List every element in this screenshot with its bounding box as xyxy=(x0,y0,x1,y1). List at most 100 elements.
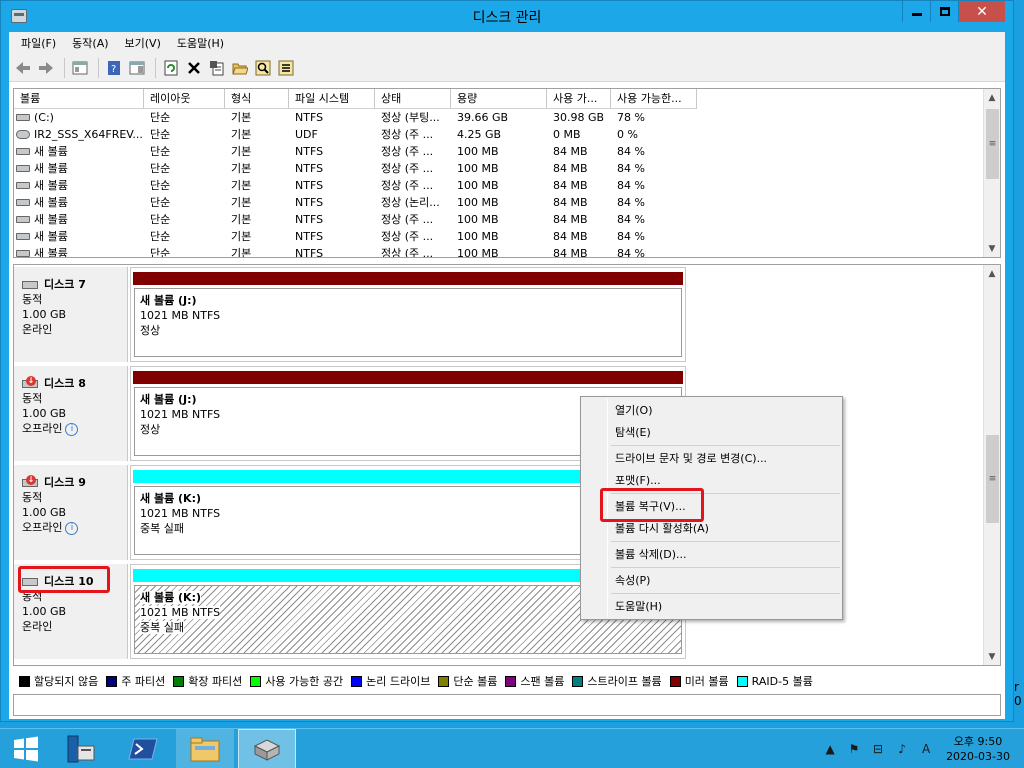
cell-free-space: 84 MB xyxy=(547,177,611,194)
volume-row[interactable]: 새 볼륨 단순 기본 NTFS 정상 (주 ... 100 MB 84 MB 84 % xyxy=(14,143,697,160)
volume-size: 1021 MB NTFS xyxy=(140,309,221,322)
delete-button[interactable] xyxy=(184,58,204,78)
scrollbar-thumb[interactable]: ≡ xyxy=(986,435,999,523)
taskbar-server-manager[interactable] xyxy=(56,729,106,768)
menu-item-explore[interactable]: 탐색(E) xyxy=(615,422,651,444)
action-center-flag-icon[interactable]: ⚑ xyxy=(844,741,864,757)
cell-file-system: NTFS xyxy=(289,228,375,245)
cell-volume-name: 새 볼륨 xyxy=(14,211,144,228)
disk-info-panel[interactable]: 디스크 8 동적 1.00 GB 오프라인i xyxy=(14,366,128,461)
cell-percent-free: 78 % xyxy=(611,109,697,126)
info-icon[interactable]: i xyxy=(65,521,79,535)
ime-indicator[interactable]: A xyxy=(916,741,936,757)
column-header-file-system[interactable]: 파일 시스템 xyxy=(289,89,375,109)
volume-row[interactable]: 새 볼륨 단순 기본 NTFS 정상 (주 ... 100 MB 84 MB 84 % xyxy=(14,228,697,245)
volume-row[interactable]: (C:) 단순 기본 NTFS 정상 (부팅... 39.66 GB 30.98 GB 78 … xyxy=(14,109,697,126)
menu-file[interactable]: 파일(F) xyxy=(13,33,64,53)
open-folder-button[interactable] xyxy=(230,58,250,78)
cell-text: 84 MB xyxy=(553,179,588,192)
cell-capacity: 100 MB xyxy=(451,245,547,257)
volume-speaker-icon[interactable]: ♪ xyxy=(892,741,912,757)
help-button[interactable]: ? xyxy=(104,58,124,78)
settings-button[interactable] xyxy=(276,58,296,78)
menu-item-help[interactable]: 도움말(H) xyxy=(615,596,662,618)
scrollbar-thumb[interactable]: ≡ xyxy=(986,109,999,179)
taskbar-file-explorer[interactable] xyxy=(176,729,234,768)
column-header-type[interactable]: 형식 xyxy=(225,89,289,109)
volume-row[interactable]: 새 볼륨 단순 기본 NTFS 정상 (주 ... 100 MB 84 MB 84 % xyxy=(14,160,697,177)
optical-drive-icon xyxy=(16,130,30,139)
menu-item-properties[interactable]: 속성(P) xyxy=(615,570,650,592)
disk-management-icon xyxy=(253,739,281,761)
checklist-icon xyxy=(278,60,294,75)
forward-button[interactable] xyxy=(36,58,56,78)
console-tree-icon xyxy=(72,61,88,74)
column-header-layout[interactable]: 레이아웃 xyxy=(144,89,225,109)
title-bar[interactable]: 디스크 관리 ✕ xyxy=(1,1,1013,31)
cell-text: 단순 xyxy=(150,230,171,243)
back-button[interactable] xyxy=(13,58,33,78)
menu-item-open[interactable]: 열기(O) xyxy=(615,400,652,422)
cell-volume-name: 새 볼륨 xyxy=(14,143,144,160)
menu-item-delete-volume[interactable]: 볼륨 삭제(D)... xyxy=(615,544,687,566)
partition-details[interactable]: 새 볼륨 (J:) 1021 MB NTFS 정상 xyxy=(134,288,682,357)
volume-row[interactable]: 새 볼륨 단순 기본 NTFS 정상 (주 ... 100 MB 84 MB 84 % xyxy=(14,177,697,194)
scroll-down-arrow-icon[interactable]: ▼ xyxy=(984,240,1000,257)
maximize-button[interactable] xyxy=(930,1,958,22)
volume-row[interactable]: 새 볼륨 단순 기본 NTFS 정상 (논리... 100 MB 84 MB 84 % xyxy=(14,194,697,211)
cell-text: 기본 xyxy=(231,162,252,175)
volume-list-scrollbar[interactable]: ▲ ≡ ▼ xyxy=(983,89,1000,257)
disk-info-panel[interactable]: 디스크 9 동적 1.00 GB 오프라인i xyxy=(14,465,128,560)
refresh-button[interactable] xyxy=(161,58,181,78)
cell-text: IR2_SSS_X64FREV... xyxy=(34,128,143,141)
disk-view-scrollbar[interactable]: ▲ ≡ ▼ xyxy=(983,265,1000,665)
close-button[interactable]: ✕ xyxy=(958,1,1005,22)
cell-status: 정상 (주 ... xyxy=(375,211,451,228)
volume-row[interactable]: 새 볼륨 단순 기본 NTFS 정상 (주 ... 100 MB 84 MB 84 % xyxy=(14,211,697,228)
menu-action[interactable]: 동작(A) xyxy=(64,33,116,53)
console-tree-button[interactable] xyxy=(70,58,90,78)
cell-text: NTFS xyxy=(295,111,324,124)
volume-row[interactable]: 새 볼륨 단순 기본 NTFS 정상 (주 ... 100 MB 84 MB 84 % xyxy=(14,245,697,257)
taskbar-powershell[interactable] xyxy=(118,729,168,768)
network-icon[interactable]: ⊟ xyxy=(868,741,888,757)
column-header-free-space[interactable]: 사용 가... xyxy=(547,89,611,109)
show-hide-action-pane-button[interactable] xyxy=(127,58,147,78)
clock[interactable]: 오후 9:50 2020-03-30 xyxy=(946,734,1010,764)
cell-layout: 단순 xyxy=(144,177,225,194)
column-header-percent-free[interactable]: 사용 가능한... xyxy=(611,89,697,109)
show-hidden-icons-icon[interactable]: ▲ xyxy=(820,741,840,757)
cell-text: NTFS xyxy=(295,230,324,243)
legend-swatch xyxy=(250,675,262,687)
properties-button[interactable] xyxy=(207,58,227,78)
menu-help[interactable]: 도움말(H) xyxy=(169,33,232,53)
mirror-volume-bar xyxy=(133,272,683,285)
volume-row[interactable]: IR2_SSS_X64FREV... 단순 기본 UDF 정상 (주 ... 4.25 G… xyxy=(14,126,697,143)
legend-swatch xyxy=(572,675,584,687)
column-header-volume[interactable]: 볼륨 xyxy=(14,89,144,109)
cell-layout: 단순 xyxy=(144,160,225,177)
legend-item: 논리 드라이브 xyxy=(351,673,430,689)
scroll-up-arrow-icon[interactable]: ▲ xyxy=(984,265,1000,282)
disk-info-panel[interactable]: 디스크 7 동적 1.00 GB 온라인 xyxy=(14,267,128,362)
scroll-up-arrow-icon[interactable]: ▲ xyxy=(984,89,1000,106)
info-icon[interactable]: i xyxy=(65,422,79,436)
column-header-status[interactable]: 상태 xyxy=(375,89,451,109)
menu-item-change-drive-letter[interactable]: 드라이브 문자 및 경로 변경(C)... xyxy=(615,448,767,470)
cell-text: 84 % xyxy=(617,213,645,226)
scroll-down-arrow-icon[interactable]: ▼ xyxy=(984,648,1000,665)
menu-separator xyxy=(611,567,840,568)
minimize-button[interactable] xyxy=(902,1,930,22)
cell-text: 정상 (부팅... xyxy=(381,111,440,124)
menu-view[interactable]: 보기(V) xyxy=(117,33,169,53)
search-button[interactable] xyxy=(253,58,273,78)
cell-percent-free: 84 % xyxy=(611,211,697,228)
toolbar: ? xyxy=(9,54,1005,82)
cell-text: 새 볼륨 xyxy=(34,145,68,158)
column-header-capacity[interactable]: 용량 xyxy=(451,89,547,109)
window-client-area: 파일(F) 동작(A) 보기(V) 도움말(H) ? 볼륨 레이아웃 형식 파일… xyxy=(9,32,1005,719)
partition[interactable]: 새 볼륨 (J:) 1021 MB NTFS 정상 xyxy=(130,267,686,362)
cell-capacity: 100 MB xyxy=(451,177,547,194)
start-button[interactable] xyxy=(6,729,46,768)
taskbar-disk-management[interactable] xyxy=(238,729,296,768)
